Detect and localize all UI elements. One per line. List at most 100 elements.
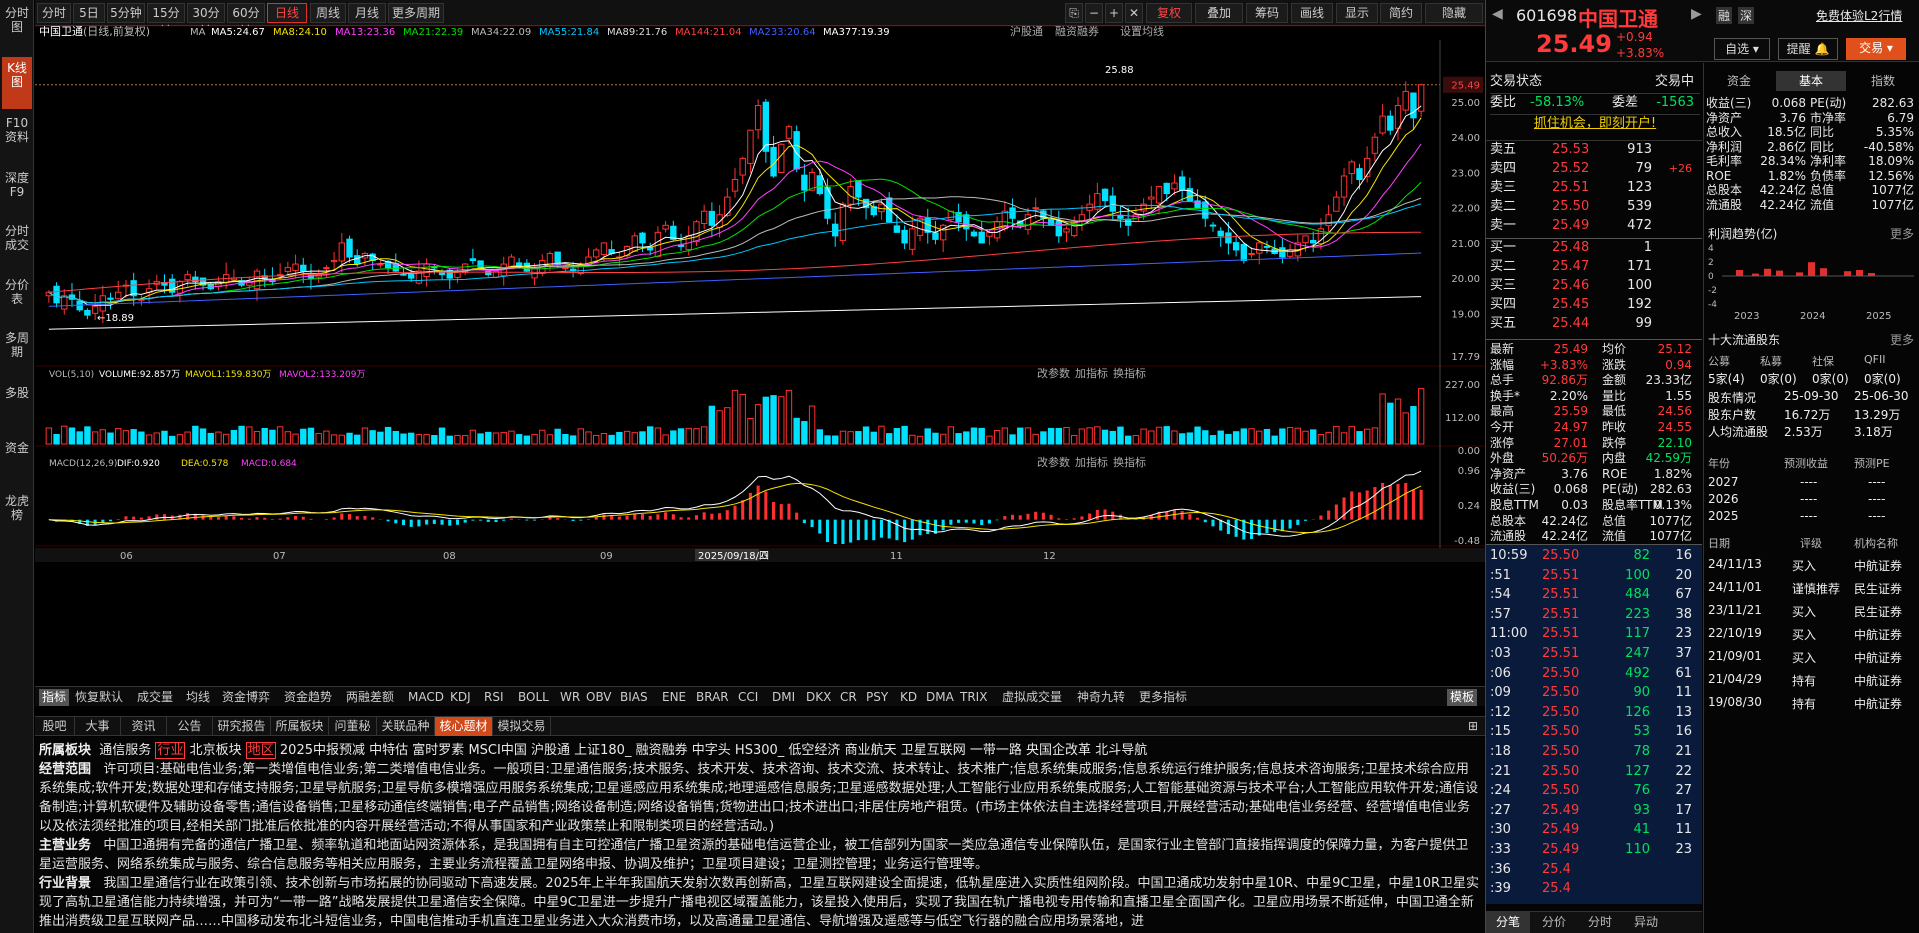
indicator-tab-19[interactable]: CR: [840, 689, 857, 706]
chart-area[interactable]: 中国卫通 (日线,前复权) MA MA5:24.67 MA8:24.10 MA13:23.…: [35, 24, 1485, 692]
sidebar-item-7[interactable]: 多股: [2, 382, 32, 434]
sector-tag-1[interactable]: 行业: [155, 742, 186, 759]
holders-more-link[interactable]: 更多: [1890, 331, 1914, 348]
indicator-tab-10[interactable]: BOLL: [518, 689, 549, 706]
tick-tab-1[interactable]: 分价: [1532, 912, 1576, 933]
rating-cell[interactable]: 持有: [1792, 695, 1816, 712]
indicator-tab-11[interactable]: WR: [560, 689, 580, 706]
sector-tag-13[interactable]: 低空经济: [788, 743, 840, 758]
rating-cell[interactable]: 中航证券: [1854, 649, 1902, 666]
period-9[interactable]: 更多周期 ▾: [388, 3, 444, 38]
indicator-tab-4[interactable]: 资金博弈: [222, 689, 270, 706]
rating-cell[interactable]: 24/11/13: [1708, 557, 1762, 571]
lock-icon[interactable]: ⎘: [1065, 3, 1083, 23]
indicator-tab-23[interactable]: TRIX: [960, 689, 987, 706]
info-tab-7[interactable]: 关联品种: [377, 717, 435, 736]
bid-row[interactable]: 买四 25.45 192: [1490, 296, 1700, 314]
toolbar-right-3[interactable]: 画线: [1291, 3, 1333, 23]
info-tab-0[interactable]: 股吧: [35, 717, 75, 736]
period-1[interactable]: 5日: [73, 3, 105, 23]
minus-icon[interactable]: −: [1085, 3, 1103, 23]
info-tab-2[interactable]: 资讯: [121, 717, 167, 736]
ask-row[interactable]: 卖四 25.52 79 +26: [1490, 160, 1700, 178]
sector-tag-4[interactable]: 2025中报预减: [280, 743, 365, 758]
indicator-tab-16[interactable]: CCI: [738, 689, 758, 706]
info-tab-6[interactable]: 问董秘: [329, 717, 377, 736]
indicator-tab-21[interactable]: KD: [900, 689, 917, 706]
sector-tag-0[interactable]: 通信服务: [99, 743, 151, 758]
indicator-tab-7[interactable]: MACD: [408, 689, 444, 706]
period-2[interactable]: 5分钟: [107, 3, 145, 23]
indicator-tab-25[interactable]: 神奇九转: [1077, 689, 1125, 706]
info-tab-5[interactable]: 所属板块: [271, 717, 329, 736]
trade-button[interactable]: 交易 ▾: [1846, 38, 1906, 60]
toolbar-right-0[interactable]: 复权: [1146, 3, 1192, 23]
rating-cell[interactable]: 21/09/01: [1708, 649, 1762, 663]
rating-cell[interactable]: 中航证券: [1854, 695, 1902, 712]
period-0[interactable]: 分时: [37, 3, 71, 23]
rating-cell[interactable]: 23/11/21: [1708, 603, 1762, 617]
toolbar-right-2[interactable]: 筹码: [1246, 3, 1288, 23]
sidebar-item-9[interactable]: 龙虎榜: [2, 490, 32, 546]
bid-row[interactable]: 买五 25.44 99: [1490, 315, 1700, 333]
rating-cell[interactable]: 21/04/29: [1708, 672, 1762, 686]
indicator-tab-17[interactable]: DMI: [772, 689, 795, 706]
sector-tag-15[interactable]: 卫星互联网: [901, 743, 966, 758]
period-7[interactable]: 周线: [310, 3, 346, 23]
sidebar-item-1[interactable]: K线图: [2, 57, 32, 109]
sector-tag-14[interactable]: 商业航天: [845, 743, 897, 758]
ask-row[interactable]: 卖二 25.50 539: [1490, 198, 1700, 216]
free-l2-link[interactable]: 免费体验L2行情: [1816, 7, 1902, 24]
ask-row[interactable]: 卖五 25.53 913: [1490, 141, 1700, 159]
rating-cell[interactable]: 持有: [1792, 672, 1816, 689]
sector-tag-10[interactable]: 融资融券: [636, 743, 688, 758]
rating-cell[interactable]: 谨慎推荐: [1792, 580, 1840, 597]
f10-tab-0[interactable]: 资金: [1704, 71, 1774, 91]
sector-tag-7[interactable]: MSCI中国: [468, 743, 526, 758]
indicator-tab-18[interactable]: DKX: [806, 689, 831, 706]
indicator-tab-6[interactable]: 两融差额: [346, 689, 394, 706]
sidebar-item-0[interactable]: 分时图: [2, 2, 32, 54]
toolbar-right-1[interactable]: 叠加: [1195, 3, 1243, 23]
indicator-tab-24[interactable]: 虚拟成交量: [1002, 689, 1062, 706]
bid-row[interactable]: 买二 25.47 171: [1490, 258, 1700, 276]
toolbar-right-5[interactable]: 简约: [1380, 3, 1422, 23]
ask-row[interactable]: 卖三 25.51 123: [1490, 179, 1700, 197]
sector-tag-2[interactable]: 北京板块: [190, 743, 242, 758]
rating-cell[interactable]: 22/10/19: [1708, 626, 1762, 640]
sidebar-item-5[interactable]: 分价表: [2, 274, 32, 324]
indicator-tab-15[interactable]: BRAR: [696, 689, 729, 706]
sidebar-item-6[interactable]: 多周期: [2, 327, 32, 379]
indicator-tab-20[interactable]: PSY: [866, 689, 888, 706]
sector-tag-16[interactable]: 一带一路: [970, 743, 1022, 758]
sector-tag-5[interactable]: 中特估: [369, 743, 408, 758]
sidebar-item-8[interactable]: 资金: [2, 437, 32, 487]
indicator-tab-5[interactable]: 资金趋势: [284, 689, 332, 706]
rating-cell[interactable]: 中航证券: [1854, 672, 1902, 689]
rating-cell[interactable]: 中航证券: [1854, 626, 1902, 643]
indicator-tab-26[interactable]: 更多指标: [1139, 689, 1187, 706]
sector-tag-6[interactable]: 富时罗素: [412, 743, 464, 758]
indicator-tab-27[interactable]: 模板: [1447, 689, 1478, 706]
info-tab-4[interactable]: 研究报告: [213, 717, 271, 736]
tick-list[interactable]: 10:59 25.50 82 16:51 25.51 100 20:54 25.51 484 67…: [1486, 544, 1702, 904]
indicator-tab-9[interactable]: RSI: [484, 689, 504, 706]
rating-cell[interactable]: 中航证券: [1854, 557, 1902, 574]
f10-tab-2[interactable]: 指数: [1848, 71, 1918, 91]
indicator-tab-8[interactable]: KDJ: [450, 689, 471, 706]
toolbar-right-6[interactable]: 隐藏: [1425, 3, 1483, 23]
period-6[interactable]: 日线: [267, 3, 307, 23]
cross-icon[interactable]: ✕: [1125, 3, 1143, 23]
sidebar-item-4[interactable]: 分时成交: [2, 220, 32, 270]
sector-tag-17[interactable]: 央国企改革: [1026, 743, 1091, 758]
rating-cell[interactable]: 民生证券: [1854, 580, 1902, 597]
plus-icon[interactable]: +: [1105, 3, 1123, 23]
sector-tag-8[interactable]: 沪股通: [531, 743, 570, 758]
rating-cell[interactable]: 买入: [1792, 626, 1816, 643]
tick-tab-3[interactable]: 异动: [1624, 912, 1668, 933]
period-8[interactable]: 月线: [348, 3, 386, 23]
info-tab-3[interactable]: 公告: [167, 717, 213, 736]
open-account-link[interactable]: 抓住机会，即刻开户!: [1490, 114, 1700, 132]
rating-cell[interactable]: 买入: [1792, 557, 1816, 574]
profit-more-link[interactable]: 更多: [1890, 225, 1914, 242]
